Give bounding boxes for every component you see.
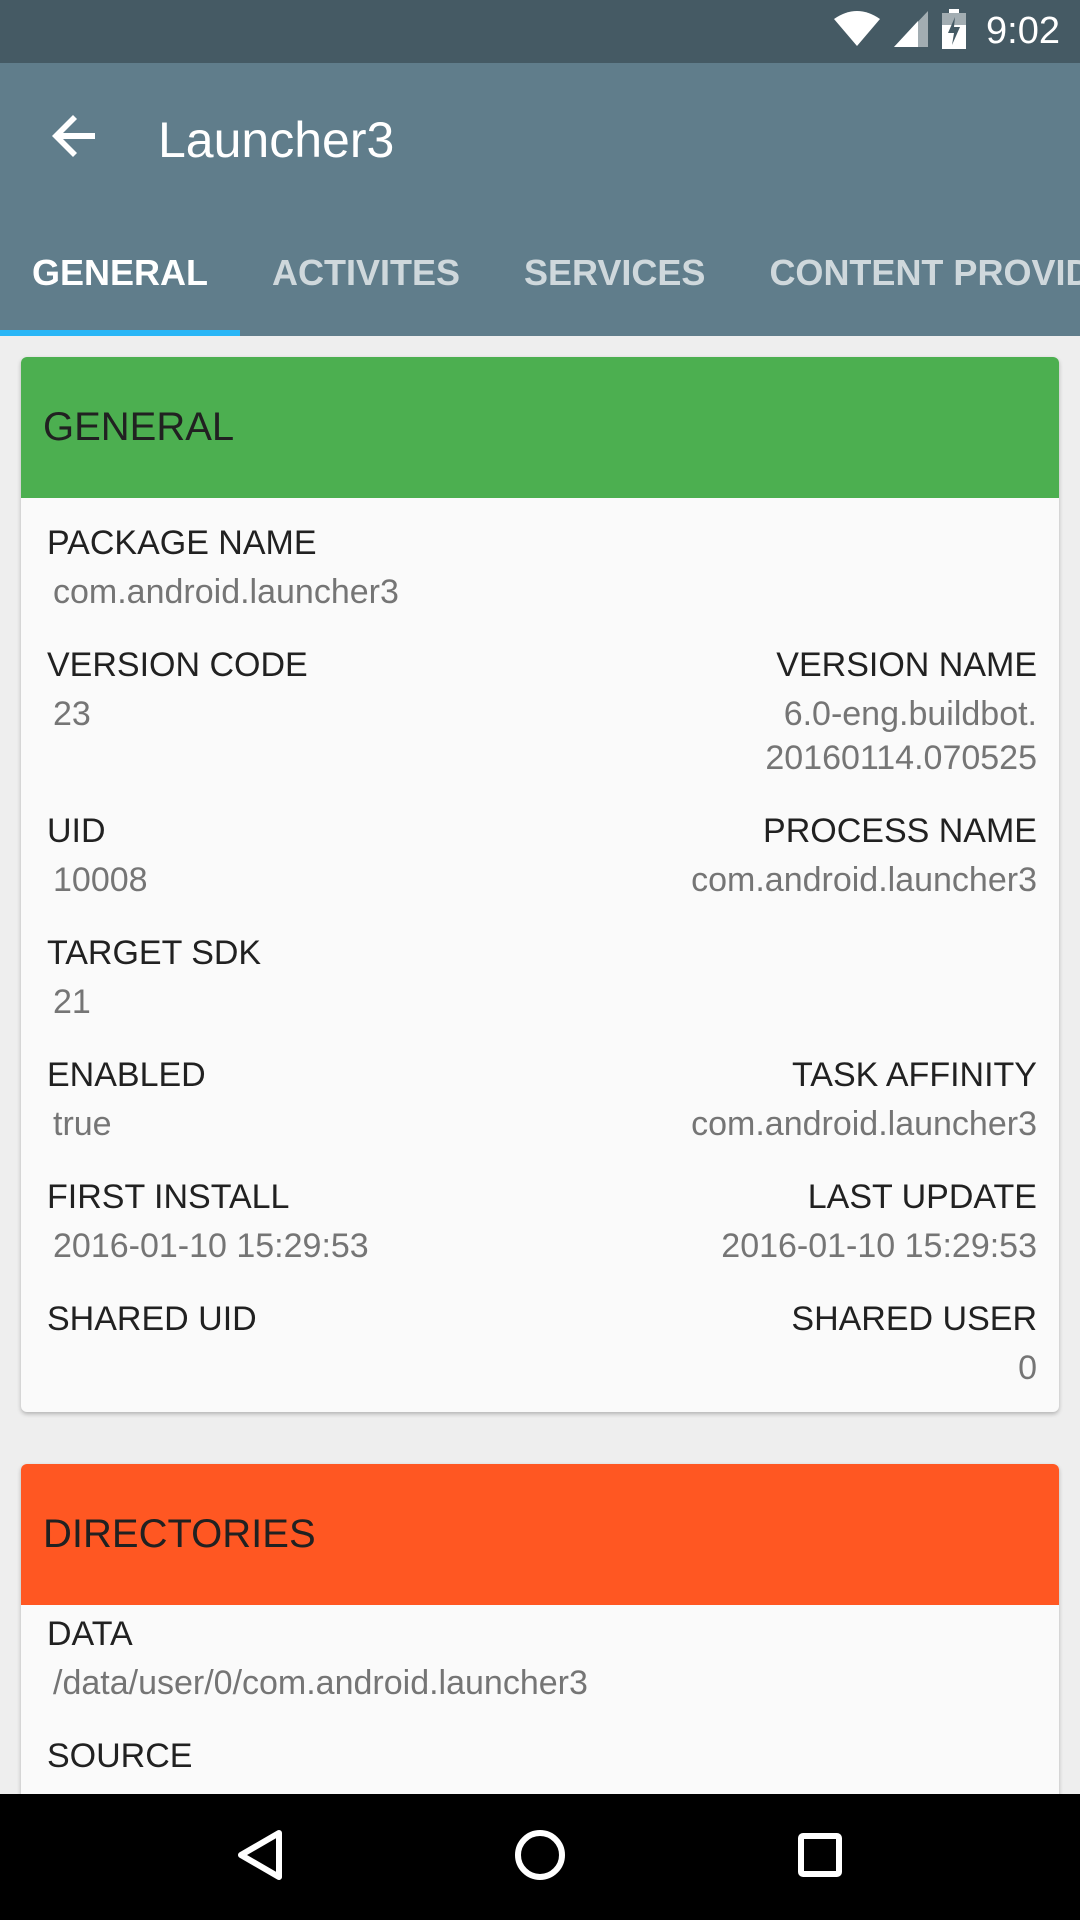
nav-home-button[interactable] — [495, 1812, 585, 1902]
uid-value: 10008 — [53, 861, 148, 899]
app-bar: Launcher3 GENERAL ACTIVITES SERVICES CON… — [0, 63, 1080, 336]
tab-activities[interactable]: ACTIVITES — [240, 210, 492, 336]
package-name-value: com.android.launcher3 — [53, 573, 399, 611]
status-icons: 9:02 — [834, 0, 1060, 63]
arrow-back-icon — [51, 112, 99, 165]
screen: 9:02 Launcher3 GENERAL ACTIVITES SERVICE… — [0, 0, 1080, 1920]
version-name-value-line2: 20160114.070525 — [765, 739, 1037, 777]
source-dir-label: SOURCE — [47, 1737, 193, 1775]
tab-label: CONTENT PROVIDER — [769, 252, 1080, 293]
tab-general[interactable]: GENERAL — [0, 210, 241, 336]
data-dir-label: DATA — [47, 1615, 133, 1653]
general-card: GENERAL PACKAGE NAME com.android.launche… — [21, 357, 1059, 1412]
last-update-value: 2016-01-10 15:29:53 — [721, 1227, 1037, 1265]
enabled-value: true — [53, 1105, 112, 1143]
version-code-label: VERSION CODE — [47, 646, 308, 684]
task-affinity-label: TASK AFFINITY — [792, 1056, 1037, 1094]
shared-user-label: SHARED USER — [791, 1300, 1037, 1338]
process-name-label: PROCESS NAME — [763, 812, 1037, 850]
wifi-icon — [834, 11, 881, 52]
recents-square-icon — [797, 1832, 843, 1883]
directories-card: DIRECTORIES DATA /data/user/0/com.androi… — [21, 1464, 1059, 1794]
package-name-label: PACKAGE NAME — [47, 524, 317, 562]
nav-recents-button[interactable] — [775, 1812, 865, 1902]
page-title: Launcher3 — [158, 112, 395, 168]
target-sdk-value: 21 — [53, 983, 91, 1021]
status-time: 9:02 — [986, 10, 1060, 52]
directories-card-header: DIRECTORIES — [21, 1464, 1059, 1605]
first-install-value: 2016-01-10 15:29:53 — [53, 1227, 369, 1265]
tab-label: GENERAL — [32, 252, 209, 293]
data-dir-value: /data/user/0/com.android.launcher3 — [53, 1664, 588, 1702]
battery-icon — [942, 9, 967, 54]
tab-bar: GENERAL ACTIVITES SERVICES CONTENT PROVI… — [0, 210, 1080, 336]
tab-services[interactable]: SERVICES — [492, 210, 737, 336]
signal-icon — [894, 11, 929, 52]
shared-user-value: 0 — [1018, 1349, 1037, 1387]
general-card-header: GENERAL — [21, 357, 1059, 498]
content-scroll[interactable]: GENERAL PACKAGE NAME com.android.launche… — [0, 336, 1080, 1794]
tab-content-provider[interactable]: CONTENT PROVIDER — [737, 210, 1080, 336]
process-name-value: com.android.launcher3 — [691, 861, 1037, 899]
last-update-label: LAST UPDATE — [807, 1178, 1037, 1216]
enabled-label: ENABLED — [47, 1056, 206, 1094]
task-affinity-value: com.android.launcher3 — [691, 1105, 1037, 1143]
navigation-bar — [0, 1794, 1080, 1920]
first-install-label: FIRST INSTALL — [47, 1178, 290, 1216]
back-triangle-icon — [235, 1829, 285, 1886]
uid-label: UID — [47, 812, 106, 850]
home-circle-icon — [514, 1829, 566, 1886]
directories-card-body: DATA /data/user/0/com.android.launcher3 … — [21, 1605, 1059, 1779]
version-name-label: VERSION NAME — [776, 646, 1037, 684]
target-sdk-label: TARGET SDK — [47, 934, 262, 972]
version-name-value-line1: 6.0-eng.buildbot. — [783, 695, 1037, 733]
nav-back-button[interactable] — [215, 1812, 305, 1902]
tab-label: SERVICES — [524, 252, 706, 293]
status-bar: 9:02 — [0, 0, 1080, 63]
version-code-value: 23 — [53, 695, 91, 733]
back-button[interactable] — [40, 103, 110, 173]
general-card-body: PACKAGE NAME com.android.launcher3 VERSI… — [21, 498, 1059, 1390]
tab-label: ACTIVITES — [272, 252, 461, 293]
shared-uid-label: SHARED UID — [47, 1300, 257, 1338]
